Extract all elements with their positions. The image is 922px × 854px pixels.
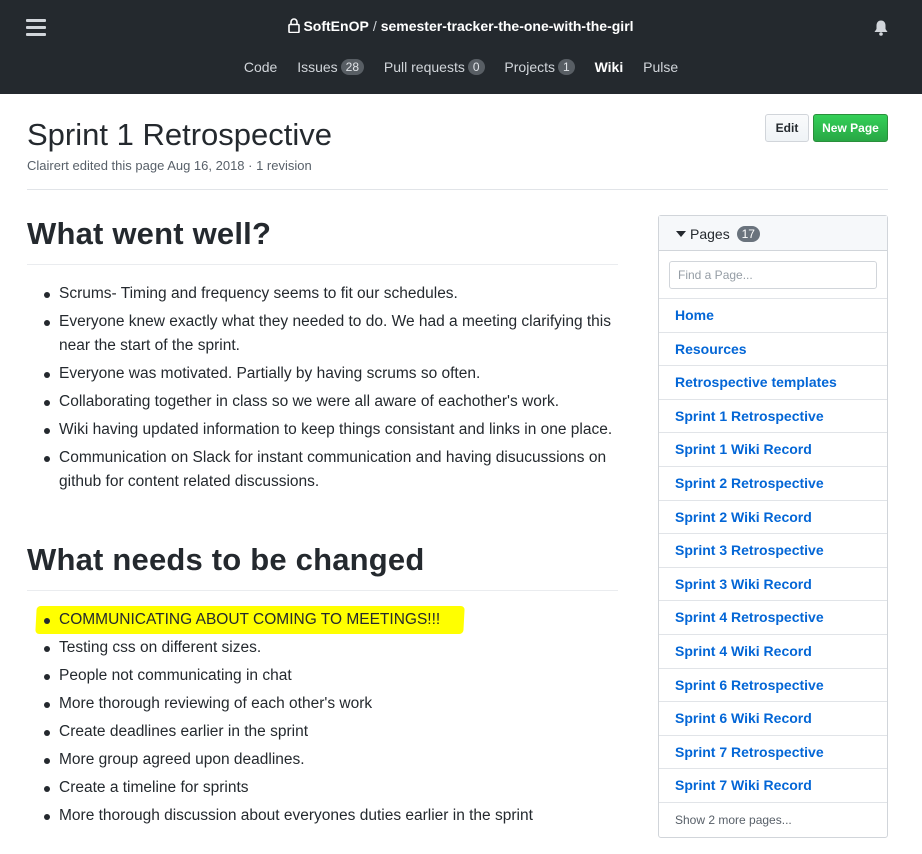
sidebar-item-sprint-3-retrospective[interactable]: Sprint 3 Retrospective [659, 534, 887, 568]
pages-toggle[interactable]: Pages 17 [659, 216, 887, 251]
repo-path: SoftEnOP / semester-tracker-the-one-with-t… [0, 18, 922, 34]
list-item: Testing css on different sizes. [27, 636, 618, 660]
list-item: Wiki having updated information to keep … [27, 418, 618, 442]
tab-pulse[interactable]: Pulse [643, 59, 678, 75]
tab-issues[interactable]: Issues 28 [297, 59, 365, 75]
divider [27, 264, 618, 265]
find-page-input[interactable] [669, 261, 877, 289]
divider [27, 590, 618, 591]
page-search [659, 251, 887, 299]
show-more-pages-link[interactable]: Show 2 more pages... [659, 803, 887, 838]
list-item: COMMUNICATING ABOUT COMING TO MEETINGS!!… [27, 608, 618, 632]
list-item: Create a timeline for sprints [27, 776, 618, 800]
sidebar-item-retrospective-templates[interactable]: Retrospective templates [659, 366, 887, 400]
sidebar-item-home[interactable]: Home [659, 299, 887, 333]
list-item: Everyone knew exactly what they needed t… [27, 310, 618, 358]
list-item: Communication on Slack for instant commu… [27, 446, 618, 494]
divider [27, 189, 888, 190]
pages-title: Pages [690, 226, 730, 242]
list-item: Create deadlines earlier in the sprint [27, 720, 618, 744]
sidebar-item-sprint-2-wiki-record[interactable]: Sprint 2 Wiki Record [659, 501, 887, 535]
sidebar-item-sprint-7-retrospective[interactable]: Sprint 7 Retrospective [659, 736, 887, 770]
sidebar-item-sprint-7-wiki-record[interactable]: Sprint 7 Wiki Record [659, 769, 887, 803]
repo-nav: Code Issues 28 Pull requests 0 Projects 1 W… [0, 59, 922, 75]
tab-projects[interactable]: Projects 1 [504, 59, 575, 75]
list-item: Scrums- Timing and frequency seems to fi… [27, 282, 618, 306]
sidebar-item-sprint-3-wiki-record[interactable]: Sprint 3 Wiki Record [659, 568, 887, 602]
sidebar-item-sprint-2-retrospective[interactable]: Sprint 2 Retrospective [659, 467, 887, 501]
caret-down-icon [676, 231, 686, 237]
list-item: More group agreed upon deadlines. [27, 748, 618, 772]
sidebar-item-resources[interactable]: Resources [659, 333, 887, 367]
pull-requests-counter: 0 [467, 59, 485, 75]
tab-code[interactable]: Code [244, 59, 277, 75]
list-item: More thorough discussion about everyones… [27, 804, 618, 828]
repo-separator: / [372, 18, 377, 34]
list-item: Everyone was motivated. Partially by hav… [27, 362, 618, 386]
tab-pull-requests[interactable]: Pull requests 0 [384, 59, 485, 75]
list-item: People not communicating in chat [27, 664, 618, 688]
repo-owner-link[interactable]: SoftEnOP [303, 18, 368, 34]
new-page-button[interactable]: New Page [813, 114, 888, 142]
page-meta: Clairert edited this page Aug 16, 2018 ·… [27, 158, 312, 173]
pages-counter: 17 [736, 226, 760, 242]
lock-icon [288, 18, 301, 33]
went-well-list: Scrums- Timing and frequency seems to fi… [27, 282, 618, 498]
sidebar-item-sprint-6-wiki-record[interactable]: Sprint 6 Wiki Record [659, 702, 887, 736]
sidebar-item-sprint-1-wiki-record[interactable]: Sprint 1 Wiki Record [659, 433, 887, 467]
sidebar-item-sprint-4-retrospective[interactable]: Sprint 4 Retrospective [659, 601, 887, 635]
list-item: More thorough reviewing of each other's … [27, 692, 618, 716]
issues-counter: 28 [340, 59, 365, 75]
sidebar-item-sprint-6-retrospective[interactable]: Sprint 6 Retrospective [659, 669, 887, 703]
bell-icon[interactable] [872, 19, 890, 37]
tab-wiki[interactable]: Wiki [595, 59, 624, 75]
sidebar-item-sprint-4-wiki-record[interactable]: Sprint 4 Wiki Record [659, 635, 887, 669]
pages-sidebar: Pages 17 Home Resources Retrospective te… [658, 215, 888, 838]
section-heading-went-well: What went well? [27, 216, 272, 251]
list-item: Collaborating together in class so we we… [27, 390, 618, 414]
sidebar-item-sprint-1-retrospective[interactable]: Sprint 1 Retrospective [659, 400, 887, 434]
section-heading-needs-change: What needs to be changed [27, 542, 425, 577]
edit-button[interactable]: Edit [765, 114, 809, 142]
repo-header: SoftEnOP / semester-tracker-the-one-with-t… [0, 0, 922, 94]
page-title: Sprint 1 Retrospective [27, 117, 332, 152]
repo-name-link[interactable]: semester-tracker-the-one-with-the-girl [381, 18, 634, 34]
projects-counter: 1 [558, 59, 575, 75]
needs-change-list: COMMUNICATING ABOUT COMING TO MEETINGS!!… [27, 608, 618, 832]
